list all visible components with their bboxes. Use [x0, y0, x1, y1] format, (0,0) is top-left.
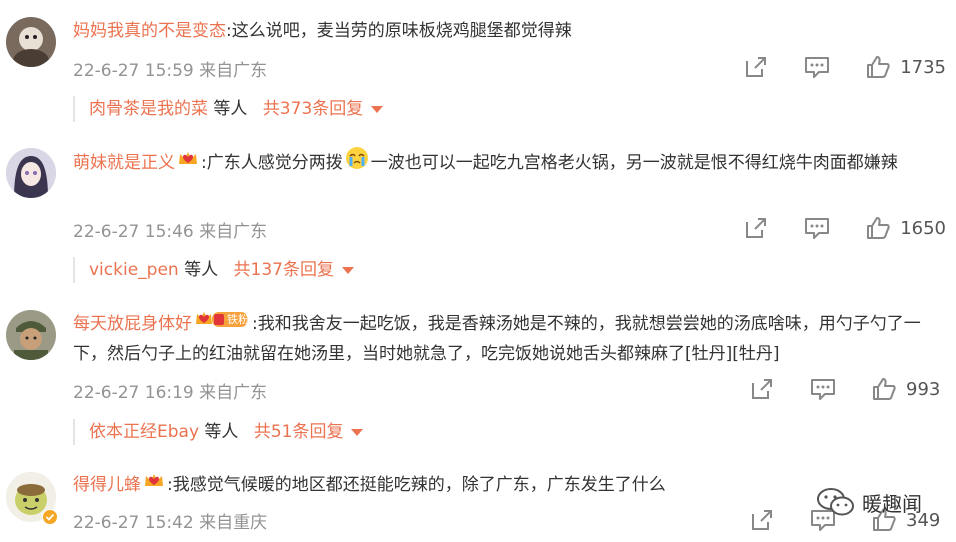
username-link[interactable]: 萌妹就是正义: [73, 153, 175, 173]
comment-meta: 22-6-27 15:42 来自重庆: [73, 508, 267, 533]
comment-icon[interactable]: [803, 214, 831, 242]
comment-body: 一波也可以一起吃九宫格老火锅，另一波就是恨不得红烧牛肉面都嫌辣: [370, 153, 898, 173]
username-link[interactable]: 每天放屁身体好: [73, 314, 192, 334]
comment-meta: 22-6-27 15:46 来自广东: [73, 217, 267, 242]
reply-summary[interactable]: 依本正经Ebay 等人 共51条回复: [73, 419, 364, 445]
like-icon[interactable]: [870, 375, 898, 403]
comment-actions: 993: [715, 375, 946, 403]
reply-others: 等人: [184, 260, 219, 280]
comment-location: 来自广东: [199, 383, 268, 403]
comment-time: 22-6-27 15:46: [73, 222, 194, 242]
share-icon[interactable]: [742, 53, 770, 81]
share-icon[interactable]: [748, 375, 776, 403]
reply-total[interactable]: 共51条回复: [254, 422, 344, 442]
comment-meta: 22-6-27 15:59 来自广东: [73, 56, 267, 81]
reply-username[interactable]: vickie_pen: [89, 260, 179, 280]
comment-text: 妈妈我真的不是变态:这么说吧，麦当劳的原味板烧鸡腿堡都觉得辣: [73, 16, 944, 46]
caret-down-icon[interactable]: [351, 428, 364, 436]
username-link[interactable]: 得得儿蜂: [73, 475, 141, 495]
comment-time: 22-6-27 16:19: [73, 383, 194, 403]
reply-summary[interactable]: vickie_pen 等人 共137条回复: [73, 257, 354, 283]
avatar[interactable]: [6, 17, 56, 67]
crying-emoji-icon: [345, 146, 369, 180]
reply-username[interactable]: 肉骨茶是我的菜: [89, 99, 208, 119]
reply-total[interactable]: 共373条回复: [263, 99, 363, 119]
caret-down-icon[interactable]: [341, 266, 354, 274]
fan-badge-label: 铁粉: [227, 313, 249, 326]
like-icon[interactable]: [864, 214, 892, 242]
username-link[interactable]: 妈妈我真的不是变态: [73, 21, 226, 41]
like-count: 1650: [900, 217, 946, 239]
comment-icon[interactable]: [803, 53, 831, 81]
fan-badge-icon: 铁粉: [194, 309, 250, 339]
share-icon[interactable]: [742, 214, 770, 242]
caret-down-icon[interactable]: [371, 105, 384, 113]
comment-location: 来自重庆: [199, 513, 268, 533]
comment-location: 来自广东: [199, 61, 268, 81]
reply-summary[interactable]: 肉骨茶是我的菜 等人 共373条回复: [73, 96, 384, 122]
avatar[interactable]: [6, 148, 56, 198]
share-icon[interactable]: [748, 506, 776, 534]
comment-text: 每天放屁身体好 铁粉:我和我舍友一起吃饭，我是香辣汤她是不辣的，我就想尝尝她的汤底…: [73, 309, 944, 369]
avatar[interactable]: [6, 310, 56, 360]
comment-location: 来自广东: [199, 222, 268, 242]
reply-total[interactable]: 共137条回复: [234, 260, 334, 280]
comment-text: 萌妹就是正义 :广东人感觉分两拨 一波也可以一起吃九宫格老火锅，另一波就是恨不得红烧…: [73, 146, 944, 180]
watermark: 暖趣闻: [816, 486, 922, 518]
like-count: 1735: [900, 56, 946, 78]
comment-icon[interactable]: [809, 375, 837, 403]
comment-actions: 1650: [709, 214, 946, 242]
like-count: 993: [906, 378, 941, 400]
comment-actions: 1735: [709, 53, 946, 81]
comment-text: 得得儿蜂 :我感觉气候暖的地区都还挺能吃辣的，除了广东，广东发生了什么: [73, 470, 944, 500]
watermark-text: 暖趣闻: [862, 491, 922, 516]
crown-badge-icon: [177, 148, 199, 178]
wechat-icon: [817, 488, 854, 516]
reply-others: 等人: [213, 99, 248, 119]
like-icon[interactable]: [864, 53, 892, 81]
comment-meta: 22-6-27 16:19 来自广东: [73, 378, 267, 403]
comment-body: :广东人感觉分两拨: [201, 153, 343, 173]
comment-body: :这么说吧，麦当劳的原味板烧鸡腿堡都觉得辣: [226, 21, 572, 41]
reply-others: 等人: [204, 422, 239, 442]
comment-body: :我感觉气候暖的地区都还挺能吃辣的，除了广东，广东发生了什么: [167, 475, 666, 495]
reply-username[interactable]: 依本正经Ebay: [89, 422, 199, 442]
comment-time: 22-6-27 15:59: [73, 61, 194, 81]
verified-badge-icon: [42, 509, 58, 525]
crown-badge-icon: [143, 470, 165, 500]
comment-time: 22-6-27 15:42: [73, 513, 194, 533]
